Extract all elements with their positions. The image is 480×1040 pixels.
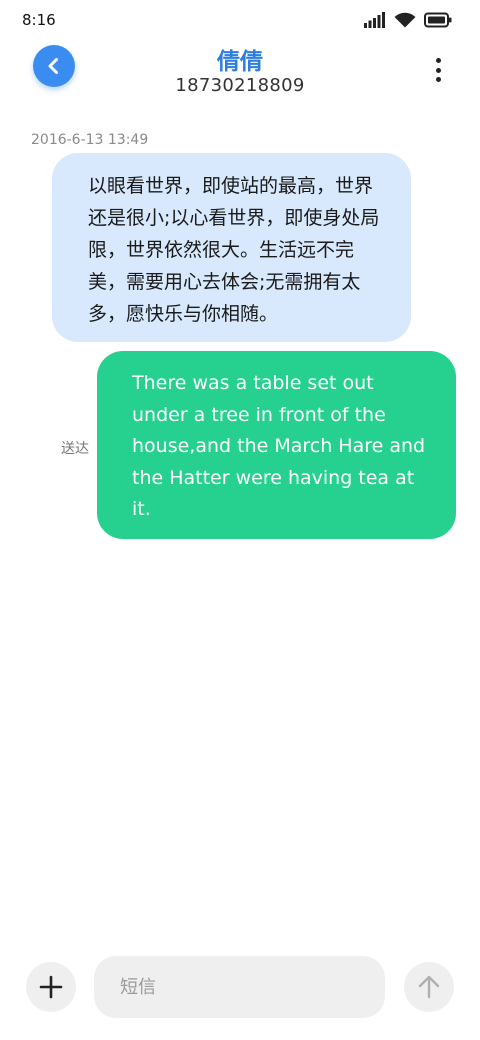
battery-icon bbox=[424, 12, 452, 28]
delivery-status: 送达 bbox=[61, 441, 89, 457]
plus-icon bbox=[39, 975, 63, 999]
outgoing-message-text: There was a table set out under a tree i… bbox=[132, 372, 426, 520]
message-input[interactable] bbox=[94, 956, 385, 1018]
incoming-message-text: 以眼看世界，即使站的最高，世界还是很小;以心看世界，即使身处局限，世界依然很大。… bbox=[88, 175, 380, 325]
conversation-header: 倩倩 18730218809 bbox=[0, 40, 480, 100]
status-bar: 8:16 bbox=[0, 0, 480, 40]
add-attachment-button[interactable] bbox=[26, 962, 76, 1012]
wifi-icon bbox=[394, 12, 416, 28]
arrow-up-icon bbox=[418, 975, 440, 999]
signal-icon bbox=[364, 12, 385, 28]
contact-number: 18730218809 bbox=[175, 75, 305, 96]
message-composer bbox=[0, 950, 480, 1030]
outgoing-message-bubble[interactable]: There was a table set out under a tree i… bbox=[97, 351, 456, 539]
more-options-button[interactable] bbox=[428, 55, 448, 85]
send-button[interactable] bbox=[404, 962, 454, 1012]
incoming-message-bubble[interactable]: 以眼看世界，即使站的最高，世界还是很小;以心看世界，即使身处局限，世界依然很大。… bbox=[52, 153, 411, 342]
status-time: 8:16 bbox=[22, 11, 56, 29]
message-timestamp: 2016-6-13 13:49 bbox=[31, 132, 149, 148]
contact-name[interactable]: 倩倩 bbox=[0, 42, 480, 76]
status-icons bbox=[364, 12, 452, 28]
more-vertical-icon bbox=[435, 58, 441, 63]
